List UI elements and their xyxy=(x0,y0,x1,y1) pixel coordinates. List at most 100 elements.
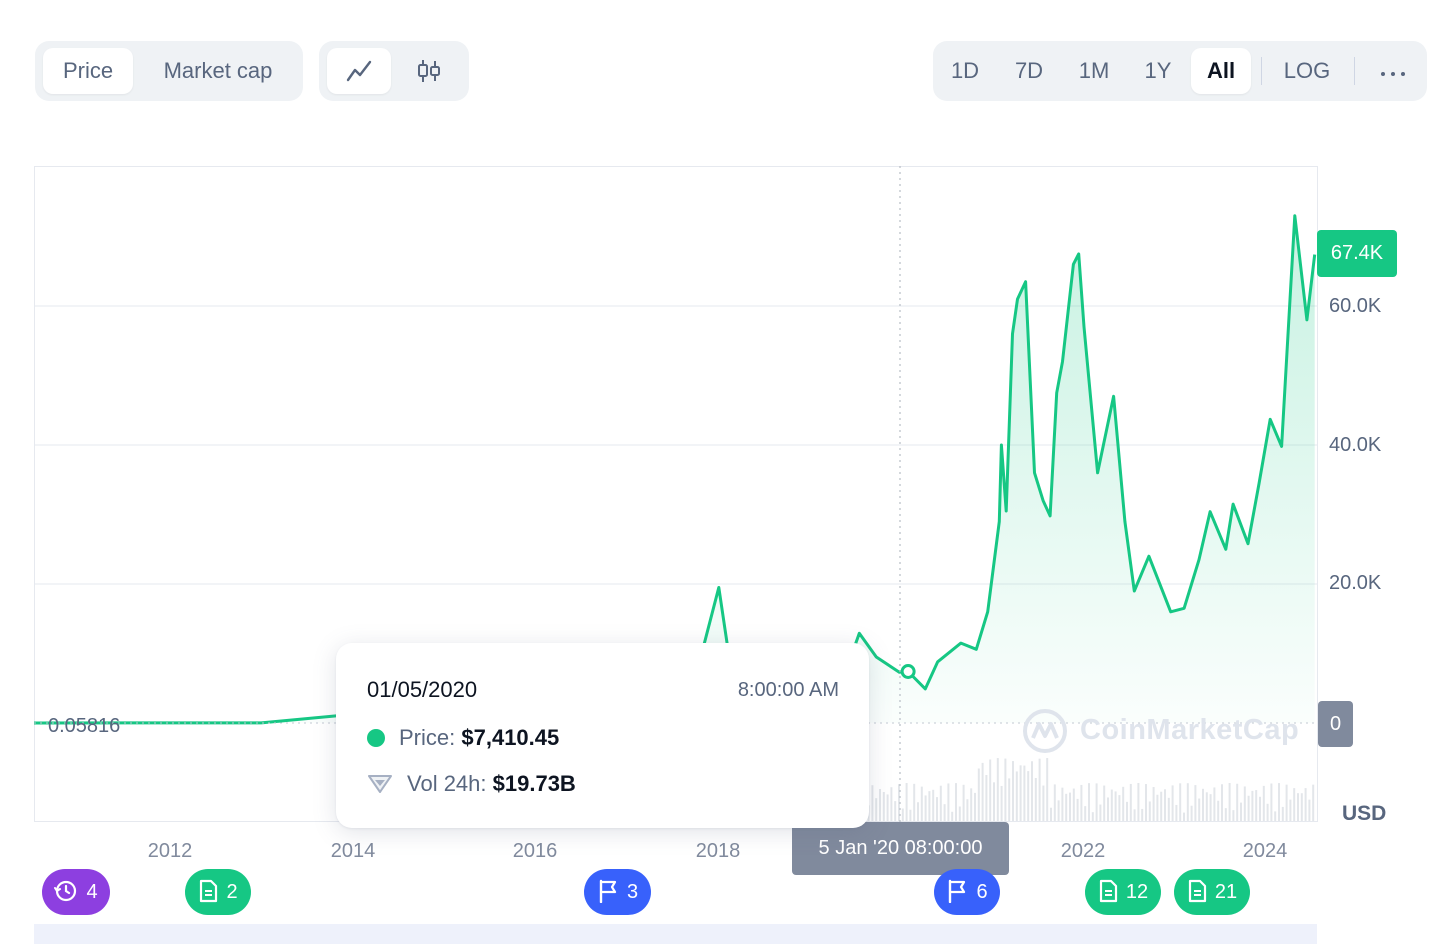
volume-bar xyxy=(1240,802,1242,821)
volume-bar xyxy=(1031,761,1033,821)
volume-bar xyxy=(1281,806,1284,821)
volume-bar xyxy=(890,787,893,821)
hover-point xyxy=(900,663,916,679)
volume-bar xyxy=(1202,788,1204,821)
document-event-badge[interactable]: 12 xyxy=(1085,869,1161,915)
volume-bar xyxy=(966,799,969,821)
volume-bar xyxy=(970,788,973,821)
volume-bar xyxy=(924,795,927,821)
volume-bar xyxy=(1175,804,1178,821)
currency-label: USD xyxy=(1342,802,1387,825)
volume-bar xyxy=(1236,783,1239,821)
volume-bar xyxy=(1228,783,1231,821)
volume-bar xyxy=(1152,787,1155,821)
volume-bar xyxy=(943,804,946,821)
volume-bar xyxy=(939,785,942,821)
volume-bar xyxy=(1114,791,1117,821)
volume-bar xyxy=(1312,784,1315,821)
volume-bar xyxy=(947,783,950,821)
document-event-badge[interactable]: 2 xyxy=(185,869,251,915)
volume-bar xyxy=(1137,783,1140,821)
volume-bar xyxy=(981,762,984,821)
volume-bar xyxy=(913,783,916,821)
volume-bar xyxy=(1217,800,1220,821)
volume-bar xyxy=(901,808,904,821)
volume-bar xyxy=(1186,783,1189,821)
tooltip-date: 01/05/2020 xyxy=(367,677,478,702)
volume-bar xyxy=(909,809,912,821)
range-navigator[interactable] xyxy=(34,924,1317,944)
volume-bar xyxy=(1167,797,1170,821)
volume-bar xyxy=(974,792,976,821)
volume-bar xyxy=(962,784,965,821)
volume-bar xyxy=(1126,801,1128,821)
volume-bar xyxy=(1304,788,1307,821)
document-icon xyxy=(1188,879,1206,903)
volume-bar xyxy=(1076,798,1079,821)
volume-bar xyxy=(1027,771,1030,821)
price-series-dot xyxy=(367,729,385,747)
volume-bar xyxy=(1164,789,1166,821)
x-tick-label: 2018 xyxy=(695,840,741,862)
volume-bar xyxy=(1050,807,1052,821)
badge-count: 6 xyxy=(976,881,988,903)
volume-bar xyxy=(894,801,897,821)
volume-bar xyxy=(1023,765,1026,821)
y-tick-label: 40.0K xyxy=(1329,434,1382,456)
y-tick-label: 20.0K xyxy=(1329,572,1382,594)
volume-bar xyxy=(1190,805,1193,821)
volume-bar xyxy=(936,797,938,821)
volume-bar xyxy=(1209,794,1212,821)
volume-bar xyxy=(1148,801,1151,821)
tooltip-price-row: Price: $7,410.45 xyxy=(367,725,559,751)
volume-bar xyxy=(1080,784,1083,821)
volume-bar xyxy=(875,798,878,821)
volume-bar xyxy=(1072,788,1075,821)
x-tick-label: 2014 xyxy=(330,840,376,862)
flag-event-badge[interactable]: 6 xyxy=(934,869,1000,915)
flag-event-badge[interactable]: 3 xyxy=(584,869,651,915)
volume-bar xyxy=(1198,798,1201,821)
tooltip-price-label: Price: xyxy=(399,725,456,750)
volume-bar xyxy=(1308,799,1311,821)
volume-bar xyxy=(993,782,995,821)
volume-bar xyxy=(1000,785,1003,821)
volume-bar xyxy=(1262,785,1265,821)
volume-bar xyxy=(1038,758,1041,821)
badge-count: 12 xyxy=(1125,881,1149,903)
volume-bar xyxy=(879,789,881,821)
tooltip-price-value: $7,410.45 xyxy=(461,725,560,750)
volume-bar xyxy=(1224,808,1227,821)
volume-bar xyxy=(1110,789,1113,821)
volume-bar xyxy=(951,811,954,821)
current-price-tag: 67.4K xyxy=(1317,230,1397,277)
crosshair-date-label: 5 Jan '20 08:00:00 xyxy=(792,822,1009,875)
volume-bar xyxy=(989,759,992,821)
x-tick-label: 2022 xyxy=(1060,840,1106,862)
volume-bar xyxy=(1205,792,1208,821)
document-event-badge[interactable]: 21 xyxy=(1174,869,1250,915)
volume-bar xyxy=(1232,810,1235,821)
volume-bar xyxy=(1099,804,1102,821)
volume-bar xyxy=(1133,809,1136,821)
volume-bar xyxy=(1088,783,1090,821)
volume-bar xyxy=(1300,793,1303,821)
volume-bar xyxy=(1247,795,1250,821)
volume-bar xyxy=(882,792,885,821)
volume-bar xyxy=(1008,778,1011,821)
volume-bar xyxy=(917,802,919,821)
volume-bar xyxy=(928,791,931,821)
document-icon xyxy=(200,879,218,903)
history-event-badge[interactable]: 4 xyxy=(42,869,110,915)
volume-bar xyxy=(1034,778,1037,821)
volume-bar xyxy=(1160,791,1163,821)
x-tick-label: 2012 xyxy=(147,840,193,862)
volume-bar xyxy=(886,794,889,821)
badge-count: 21 xyxy=(1214,881,1238,903)
volume-bar xyxy=(1004,758,1007,821)
volume-bar xyxy=(1266,803,1269,821)
volume-bar xyxy=(1171,785,1174,821)
volume-bar xyxy=(1129,783,1132,821)
volume-bar xyxy=(1069,792,1071,821)
volume-bar xyxy=(955,783,957,821)
